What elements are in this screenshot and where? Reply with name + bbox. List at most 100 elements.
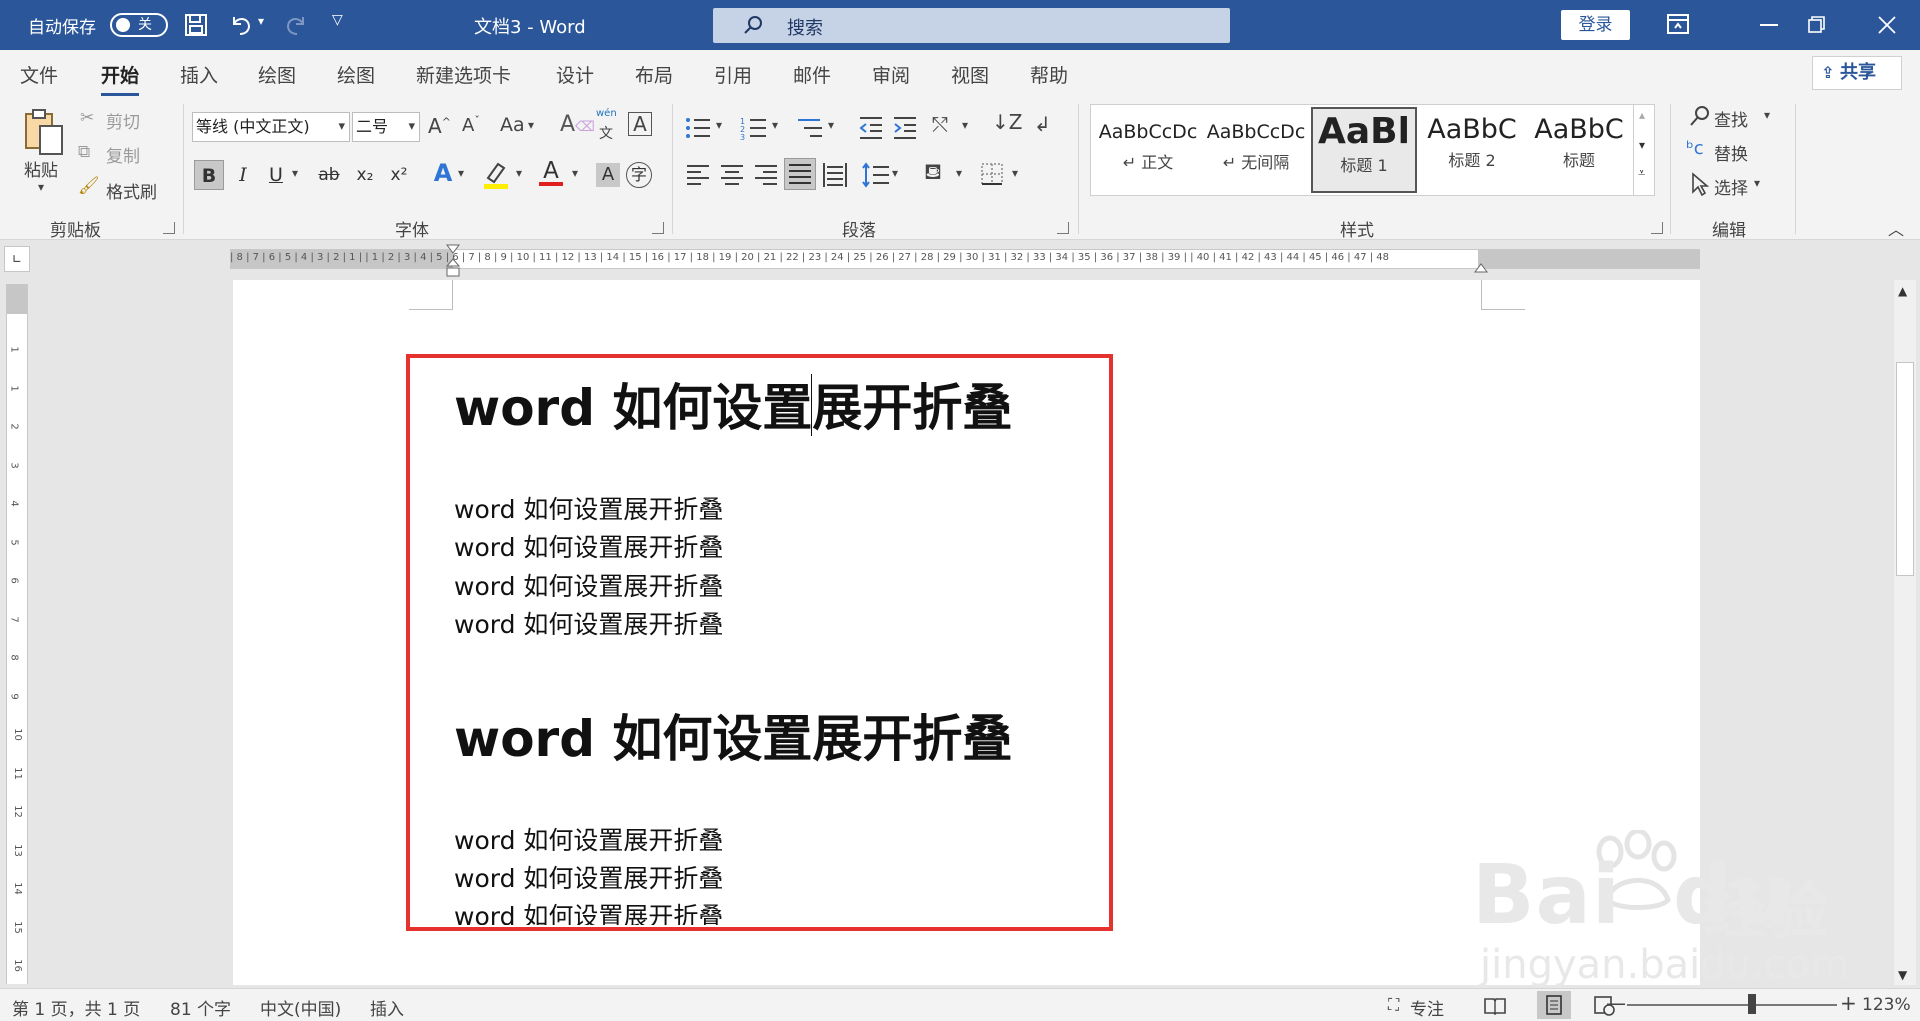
word-count[interactable]: 81 个字 bbox=[170, 995, 231, 1020]
find-icon[interactable] bbox=[1688, 104, 1712, 128]
style-normal[interactable]: AaBbCcDc ↵ 正文 bbox=[1095, 107, 1201, 193]
read-mode-icon[interactable] bbox=[1484, 997, 1506, 1015]
grow-font-icon[interactable]: A^ bbox=[428, 114, 451, 138]
chevron-down-icon[interactable]: ▾ bbox=[528, 118, 534, 132]
vertical-ruler[interactable]: 11234567891011121314151617 bbox=[6, 284, 28, 1010]
borders-icon[interactable] bbox=[980, 162, 1004, 186]
underline-button[interactable]: U bbox=[261, 160, 291, 190]
search-box[interactable]: 搜索 bbox=[713, 8, 1230, 43]
chevron-down-icon[interactable]: ▾ bbox=[962, 118, 968, 132]
login-button[interactable]: 登录 bbox=[1561, 10, 1630, 40]
tab-mailings[interactable]: 邮件 bbox=[793, 61, 831, 88]
tab-selector[interactable]: ∟ bbox=[4, 246, 30, 272]
tab-references[interactable]: 引用 bbox=[714, 61, 752, 88]
minimize-icon[interactable] bbox=[1760, 24, 1778, 26]
format-painter-label[interactable]: 格式刷 bbox=[106, 178, 157, 203]
heading-1[interactable]: word 如何设置展开折叠 bbox=[454, 368, 1012, 440]
bold-button[interactable]: B bbox=[194, 160, 224, 190]
more-styles-icon[interactable]: ⩡ bbox=[1638, 166, 1645, 181]
ribbon-display-options-icon[interactable] bbox=[1667, 14, 1689, 34]
indent-marker-icon[interactable] bbox=[446, 244, 460, 280]
autosave-toggle[interactable]: 关 bbox=[110, 13, 168, 37]
heading-2[interactable]: word 如何设置展开折叠 bbox=[454, 699, 1012, 771]
scroll-down-icon[interactable]: ▼ bbox=[1898, 968, 1907, 982]
bullets-icon[interactable] bbox=[684, 116, 712, 140]
strikethrough-button[interactable]: ab bbox=[314, 160, 344, 190]
superscript-button[interactable]: x² bbox=[384, 160, 414, 190]
share-button[interactable]: ⇪ 共享 bbox=[1812, 56, 1902, 90]
italic-button[interactable]: I bbox=[228, 160, 258, 190]
chevron-down-icon[interactable]: ▾ bbox=[1764, 108, 1770, 122]
chevron-down-icon[interactable]: ▾ bbox=[292, 166, 298, 180]
tab-file[interactable]: 文件 bbox=[20, 61, 58, 88]
paragraph[interactable]: word 如何设置展开折叠 bbox=[454, 567, 723, 603]
tab-home[interactable]: 开始 bbox=[101, 61, 140, 96]
clipboard-launcher-icon[interactable] bbox=[163, 222, 175, 234]
clear-formatting-icon[interactable]: A⌫ bbox=[560, 112, 595, 137]
replace-label[interactable]: 替换 bbox=[1714, 140, 1748, 165]
undo-dropdown-icon[interactable]: ▾ bbox=[258, 14, 264, 28]
font-color-button[interactable]: A bbox=[536, 156, 566, 186]
tab-draw-2[interactable]: 绘图 bbox=[337, 61, 375, 88]
align-right-icon[interactable] bbox=[754, 164, 778, 186]
select-cursor-icon[interactable] bbox=[1690, 172, 1710, 196]
focus-label[interactable]: 专注 bbox=[1410, 995, 1444, 1020]
collapse-ribbon-icon[interactable]: ︿ bbox=[1888, 216, 1904, 240]
tab-help[interactable]: 帮助 bbox=[1030, 61, 1068, 88]
paragraph[interactable]: word 如何设置展开折叠 bbox=[454, 859, 723, 895]
insert-mode[interactable]: 插入 bbox=[370, 995, 404, 1020]
tab-view[interactable]: 视图 bbox=[951, 61, 989, 88]
multilevel-list-icon[interactable] bbox=[796, 116, 824, 140]
tab-insert[interactable]: 插入 bbox=[180, 61, 218, 88]
paragraph[interactable]: word 如何设置展开折叠 bbox=[454, 821, 723, 857]
tab-new-tab[interactable]: 新建选项卡 bbox=[416, 61, 511, 88]
sort-icon[interactable]: ↓Z bbox=[992, 110, 1022, 134]
character-shading-button[interactable]: A bbox=[596, 163, 620, 187]
styles-launcher-icon[interactable] bbox=[1651, 222, 1663, 234]
style-no-spacing[interactable]: AaBbCcDc ↵ 无间隔 bbox=[1203, 107, 1309, 193]
paragraph-launcher-icon[interactable] bbox=[1057, 222, 1069, 234]
justify-button[interactable] bbox=[784, 158, 816, 190]
page-count[interactable]: 第 1 页，共 1 页 bbox=[12, 995, 140, 1020]
scrollbar-thumb[interactable] bbox=[1896, 362, 1914, 576]
print-layout-button[interactable] bbox=[1537, 991, 1571, 1019]
align-left-icon[interactable] bbox=[686, 164, 710, 186]
subscript-button[interactable]: x₂ bbox=[350, 160, 380, 190]
zoom-out-icon[interactable]: — bbox=[1606, 991, 1626, 1015]
phonetic-guide-icon[interactable]: 文 bbox=[599, 123, 613, 143]
undo-icon[interactable] bbox=[228, 12, 254, 38]
language-indicator[interactable]: 中文(中国) bbox=[260, 995, 341, 1020]
replace-icon[interactable]: ᵇc bbox=[1686, 138, 1704, 159]
paste-label[interactable]: 粘贴 bbox=[24, 156, 58, 181]
line-spacing-icon[interactable] bbox=[862, 162, 890, 188]
numbering-icon[interactable]: 123 bbox=[740, 116, 768, 140]
font-name-select[interactable]: 等线 (中文正文) ▾ bbox=[192, 112, 350, 142]
chevron-down-icon[interactable]: ▾ bbox=[572, 166, 578, 180]
chevron-down-icon[interactable]: ▾ bbox=[458, 166, 464, 180]
change-case-icon[interactable]: Aa bbox=[500, 114, 525, 136]
right-indent-marker-icon[interactable] bbox=[1474, 262, 1488, 274]
zoom-slider-track[interactable] bbox=[1627, 1004, 1837, 1006]
scroll-up-icon[interactable]: ▲ bbox=[1898, 284, 1907, 298]
paste-icon[interactable] bbox=[22, 106, 66, 158]
tab-design[interactable]: 设计 bbox=[556, 61, 594, 88]
zoom-level[interactable]: 123% bbox=[1862, 995, 1911, 1015]
paste-dropdown-icon[interactable]: ▾ bbox=[38, 180, 44, 194]
font-launcher-icon[interactable] bbox=[652, 222, 664, 234]
chevron-down-icon[interactable]: ▾ bbox=[956, 166, 962, 180]
zoom-slider-thumb[interactable] bbox=[1748, 994, 1756, 1014]
chevron-down-icon[interactable]: ▾ bbox=[772, 118, 778, 132]
distributed-icon[interactable] bbox=[822, 162, 848, 188]
chevron-down-icon[interactable]: ▾ bbox=[892, 166, 898, 180]
font-size-select[interactable]: 二号 ▾ bbox=[352, 112, 420, 142]
paragraph[interactable]: word 如何设置展开折叠 bbox=[454, 605, 723, 641]
find-label[interactable]: 查找 bbox=[1714, 106, 1748, 131]
tab-layout[interactable]: 布局 bbox=[635, 61, 673, 88]
save-icon[interactable] bbox=[184, 13, 208, 37]
align-center-icon[interactable] bbox=[720, 164, 744, 186]
decrease-indent-icon[interactable] bbox=[858, 116, 884, 140]
chevron-down-icon[interactable]: ▾ bbox=[1012, 166, 1018, 180]
chevron-down-icon[interactable]: ▾ bbox=[828, 118, 834, 132]
chinese-layout-icon[interactable]: ⤲ bbox=[932, 112, 948, 136]
close-icon[interactable] bbox=[1877, 15, 1897, 35]
